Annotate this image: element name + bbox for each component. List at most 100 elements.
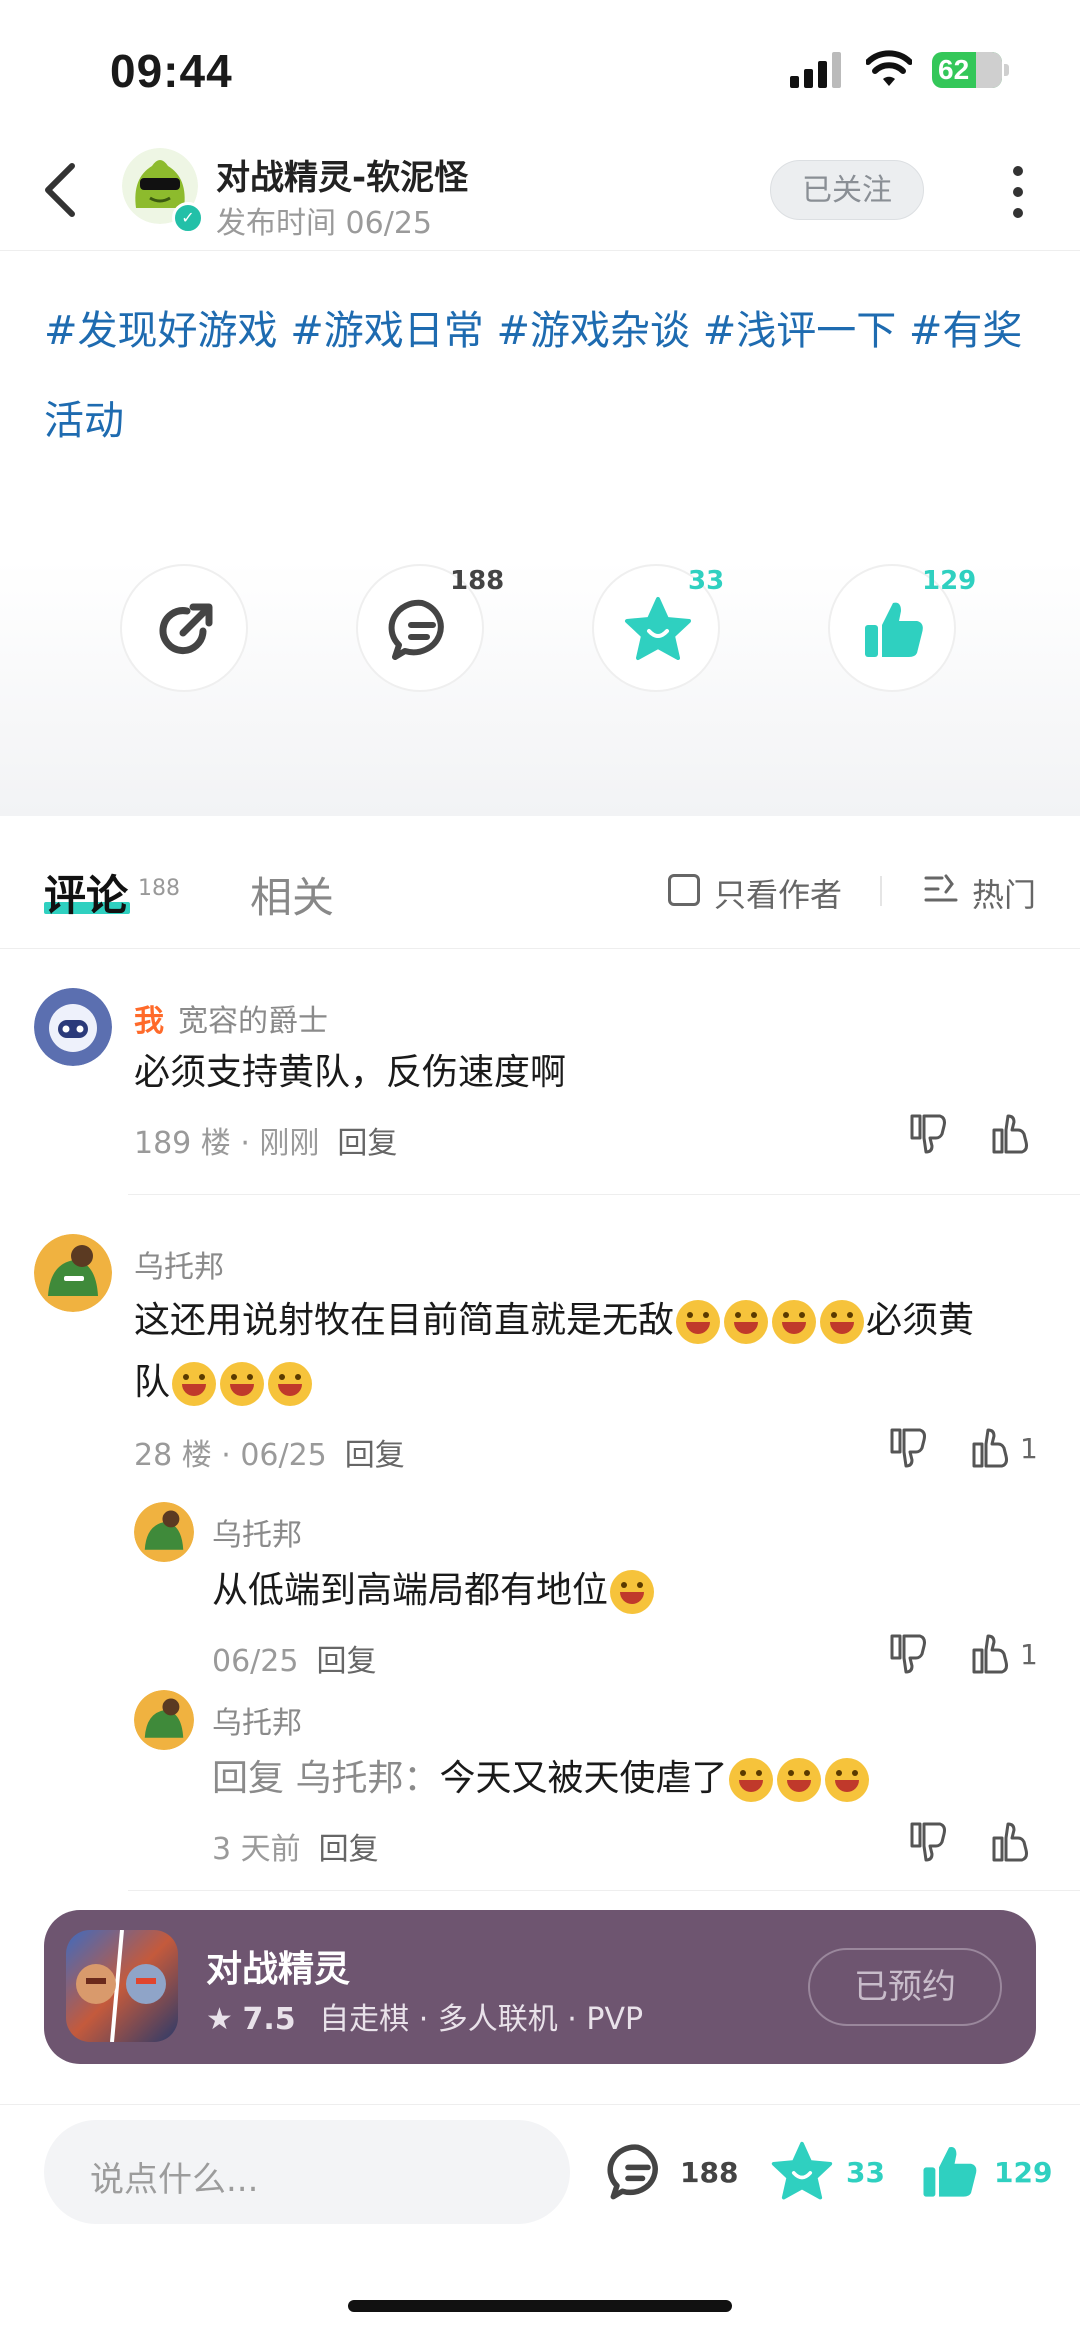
emoji-icon <box>172 1362 217 1406</box>
dislike-icon[interactable] <box>886 1632 930 1676</box>
emoji-icon <box>820 1300 865 1344</box>
commenter-name[interactable]: 乌托邦 <box>134 1242 224 1286</box>
emoji-icon <box>220 1362 265 1406</box>
reply-text-content: 今天又被天使虐了 <box>439 1758 728 1799</box>
comment-divider <box>128 1890 1080 1891</box>
emoji-icon <box>268 1362 313 1406</box>
thumbs-up-icon[interactable] <box>918 2140 982 2204</box>
emoji-icon <box>825 1758 870 1802</box>
reply-author-name[interactable]: 乌托邦 <box>212 1510 302 1554</box>
like-icon[interactable] <box>988 1820 1032 1864</box>
reply-link[interactable]: 回复 <box>316 1644 376 1679</box>
reply-link[interactable]: 回复 <box>319 1832 379 1867</box>
game-tags: 自走棋 · 多人联机 · PVP <box>319 2002 644 2037</box>
more-options-icon[interactable] <box>1010 166 1026 218</box>
share-icon <box>159 603 213 655</box>
cellular-signal-icon <box>790 52 841 88</box>
reply-text-content: 从低端到高端局都有地位 <box>212 1570 609 1611</box>
dislike-icon[interactable] <box>886 1426 930 1470</box>
star-icon[interactable] <box>770 2140 834 2204</box>
reply-author-name[interactable]: 乌托邦 <box>212 1698 302 1742</box>
dino-avatar-icon <box>134 1502 194 1562</box>
header-divider <box>0 250 1080 251</box>
reply-to-prefix: 回复 乌托邦： <box>212 1758 440 1799</box>
bottom-comment-count: 188 <box>680 2156 739 2189</box>
emoji-icon <box>610 1570 655 1614</box>
game-rating: 7.5 <box>242 2002 296 2037</box>
emoji-icon <box>772 1300 817 1344</box>
wifi-icon <box>866 50 912 86</box>
commenter-avatar[interactable] <box>34 1234 112 1312</box>
follow-button[interactable]: 已关注 <box>770 160 924 220</box>
reply-avatar[interactable] <box>134 1690 194 1750</box>
like-icon[interactable] <box>968 1632 1012 1676</box>
battery-level: 62 <box>938 54 970 85</box>
comment-divider <box>128 1194 1080 1195</box>
reserved-button[interactable]: 已预约 <box>808 1948 1002 2026</box>
comment-floor: 28 楼 · 06/25 <box>134 1438 327 1473</box>
reply-meta: 3 天前 回复 <box>212 1824 379 1868</box>
filter-divider <box>880 876 882 906</box>
reply-text[interactable]: 从低端到高端局都有地位 <box>212 1560 656 1622</box>
dino-avatar-icon <box>34 1234 112 1312</box>
comment-icon[interactable] <box>606 2140 670 2204</box>
like-action-count: 129 <box>922 566 977 596</box>
emoji-icon <box>676 1300 721 1344</box>
post-tags[interactable]: #发现好游戏 #游戏日常 #游戏杂谈 #浅评一下 #有奖活动 <box>44 286 1044 466</box>
reply-avatar[interactable] <box>134 1502 194 1562</box>
emoji-icon <box>724 1300 769 1344</box>
thumbs-up-icon <box>865 602 923 657</box>
dislike-icon[interactable] <box>906 1820 950 1864</box>
game-icon[interactable] <box>66 1929 178 2043</box>
tab-comments[interactable]: 评论 <box>44 862 128 923</box>
status-time: 09:44 <box>110 45 233 97</box>
battery-icon: 62 <box>932 52 1002 88</box>
tab-divider <box>0 948 1080 949</box>
emoji-icon <box>777 1758 822 1802</box>
emoji-icon <box>729 1758 774 1802</box>
reply-link[interactable]: 回复 <box>345 1438 405 1473</box>
reply-meta: 06/25 回复 <box>212 1636 376 1680</box>
game-name[interactable]: 对战精灵 <box>206 1940 350 1992</box>
comment-floor: 189 楼 · 刚刚 <box>134 1126 320 1161</box>
home-indicator[interactable] <box>348 2300 732 2312</box>
reply-text[interactable]: 回复 乌托邦：今天又被天使虐了 <box>212 1748 871 1810</box>
sort-icon[interactable] <box>924 872 958 906</box>
dino-avatar-icon <box>134 1690 194 1750</box>
like-count: 1 <box>1020 1638 1038 1671</box>
comment-action-count: 188 <box>450 566 505 596</box>
only-author-checkbox[interactable] <box>668 874 700 906</box>
reply-link[interactable]: 回复 <box>337 1126 397 1161</box>
reply-time: 06/25 <box>212 1644 299 1679</box>
comment-text-tail: 必须黄 <box>866 1300 975 1341</box>
only-author-label[interactable]: 只看作者 <box>714 870 842 916</box>
reply-time: 3 天前 <box>212 1832 301 1867</box>
battery-cap <box>1004 64 1009 76</box>
share-button[interactable] <box>120 564 248 692</box>
tab-related[interactable]: 相关 <box>250 864 334 925</box>
bottom-bar-divider <box>0 2104 1080 2105</box>
author-name[interactable]: 对战精灵-软泥怪 <box>216 150 468 199</box>
tab-comments-count: 188 <box>138 876 180 901</box>
sort-label[interactable]: 热门 <box>972 870 1036 916</box>
favorite-action-count: 33 <box>688 566 725 596</box>
bottom-like-count: 129 <box>994 2156 1053 2189</box>
star-icon <box>625 597 691 660</box>
back-arrow-icon[interactable] <box>40 160 80 220</box>
bottom-favorite-count: 33 <box>846 2156 885 2189</box>
comment-input-placeholder[interactable]: 说点什么... <box>90 2152 258 2201</box>
comment-meta: 189 楼 · 刚刚 回复 <box>134 1118 397 1162</box>
game-info: ★ 7.5 自走棋 · 多人联机 · PVP <box>206 1994 643 2038</box>
game-art-icon <box>76 1929 166 2043</box>
comment-text-line2: 队 <box>134 1362 171 1403</box>
dislike-icon[interactable] <box>906 1112 950 1156</box>
comment-text[interactable]: 必须支持黄队，反伤速度啊 <box>134 1042 566 1104</box>
post-time: 发布时间 06/25 <box>216 206 432 241</box>
robot-avatar-icon <box>34 988 112 1066</box>
like-icon[interactable] <box>988 1112 1032 1156</box>
like-icon[interactable] <box>968 1426 1012 1470</box>
commenter-name[interactable]: 宽容的爵士 <box>178 996 328 1040</box>
comment-text[interactable]: 这还用说射牧在目前简直就是无敌 必须黄队 <box>134 1290 1054 1414</box>
commenter-avatar[interactable] <box>34 988 112 1066</box>
me-tag: 我 <box>134 1004 164 1039</box>
